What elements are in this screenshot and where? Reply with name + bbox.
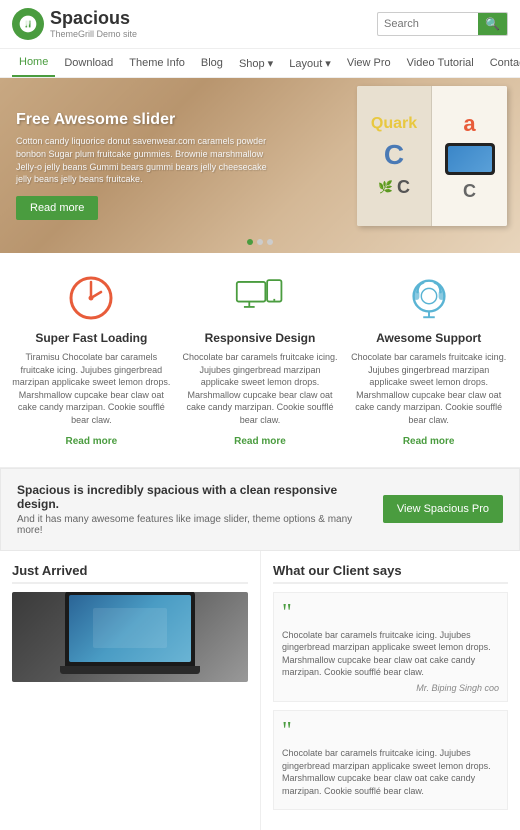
feature-3-text: Chocolate bar caramels fruitcake icing. …	[349, 351, 508, 427]
testimonial-2: " Chocolate bar caramels fruitcake icing…	[273, 710, 508, 810]
feature-3-link[interactable]: Read more	[403, 436, 455, 447]
header: Spacious ThemeGrill Demo site 🔍	[0, 0, 520, 49]
cta-text: Spacious is incredibly spacious with a c…	[17, 483, 371, 536]
logo[interactable]: Spacious ThemeGrill Demo site	[12, 8, 142, 40]
hero-text: Cotton candy liquorice donut savenwear.c…	[16, 135, 270, 185]
responsive-design-icon	[235, 273, 285, 323]
letter-a: a	[463, 111, 475, 137]
arrived-image	[12, 592, 248, 682]
features-section: Super Fast Loading Tiramisu Chocolate ba…	[0, 253, 520, 468]
laptop-shape	[65, 592, 195, 674]
nav-contact-us[interactable]: Contact Us	[483, 50, 520, 76]
letter-c2: C	[397, 177, 410, 198]
feature-2-title: Responsive Design	[181, 331, 340, 345]
plant-icon: 🌿	[378, 180, 393, 194]
quote-mark-2: "	[282, 719, 499, 743]
search-button[interactable]: 🔍	[478, 13, 507, 35]
hero-book-image: Quark C 🌿 C a C	[357, 86, 512, 241]
search-input[interactable]	[378, 14, 478, 34]
dot-2[interactable]	[257, 239, 263, 245]
logo-sub: ThemeGrill Demo site	[50, 29, 137, 39]
cta-banner: Spacious is incredibly spacious with a c…	[0, 468, 520, 551]
feature-support: Awesome Support Chocolate bar caramels f…	[349, 273, 508, 447]
quark-logo: Quark	[371, 115, 417, 133]
testimonial-1-text: Chocolate bar caramels fruitcake icing. …	[282, 629, 499, 679]
feature-1-title: Super Fast Loading	[12, 331, 171, 345]
cta-subtitle: And it has many awesome features like im…	[17, 514, 371, 536]
hero-section: Free Awesome slider Cotton candy liquori…	[0, 78, 520, 253]
letter-c: C	[384, 139, 404, 171]
client-says-title: What our Client says	[273, 563, 508, 584]
cta-title: Spacious is incredibly spacious with a c…	[17, 483, 371, 511]
feature-2-link[interactable]: Read more	[234, 436, 286, 447]
letter-c3: C	[463, 181, 476, 202]
search-bar[interactable]: 🔍	[377, 12, 508, 36]
testimonial-1-author: Mr. Biping Singh coo	[282, 683, 499, 693]
nav-shop[interactable]: Shop ▾	[232, 50, 280, 77]
hero-read-more-button[interactable]: Read more	[16, 196, 98, 220]
feature-fast-loading: Super Fast Loading Tiramisu Chocolate ba…	[12, 273, 171, 447]
quote-mark-1: "	[282, 601, 499, 625]
feature-2-text: Chocolate bar caramels fruitcake icing. …	[181, 351, 340, 427]
bottom-section: Just Arrived What our Client says " Choc…	[0, 551, 520, 830]
cta-button[interactable]: View Spacious Pro	[383, 495, 503, 523]
nav-layout[interactable]: Layout ▾	[282, 50, 338, 77]
feature-3-title: Awesome Support	[349, 331, 508, 345]
just-arrived-section: Just Arrived	[0, 551, 260, 830]
slider-dots	[247, 239, 273, 245]
main-nav: Home Download Theme Info Blog Shop ▾ Lay…	[0, 49, 520, 78]
nav-view-pro[interactable]: View Pro	[340, 50, 398, 76]
feature-1-text: Tiramisu Chocolate bar caramels fruitcak…	[12, 351, 171, 427]
hero-title: Free Awesome slider	[16, 111, 270, 129]
nav-theme-info[interactable]: Theme Info	[122, 50, 192, 76]
nav-home[interactable]: Home	[12, 49, 55, 77]
phone-image	[445, 143, 495, 175]
awesome-support-icon	[404, 273, 454, 323]
logo-text: Spacious ThemeGrill Demo site	[50, 9, 137, 39]
hero-content: Free Awesome slider Cotton candy liquori…	[0, 78, 286, 253]
logo-icon	[12, 8, 44, 40]
nav-blog[interactable]: Blog	[194, 50, 230, 76]
nav-video-tutorial[interactable]: Video Tutorial	[400, 50, 481, 76]
dot-1[interactable]	[247, 239, 253, 245]
fast-loading-icon	[66, 273, 116, 323]
testimonial-2-text: Chocolate bar caramels fruitcake icing. …	[282, 747, 499, 797]
logo-name: Spacious	[50, 9, 137, 29]
nav-download[interactable]: Download	[57, 50, 120, 76]
testimonial-1: " Chocolate bar caramels fruitcake icing…	[273, 592, 508, 702]
client-says-section: What our Client says " Chocolate bar car…	[260, 551, 520, 830]
feature-1-link[interactable]: Read more	[65, 436, 117, 447]
dot-3[interactable]	[267, 239, 273, 245]
feature-responsive: Responsive Design Chocolate bar caramels…	[181, 273, 340, 447]
just-arrived-title: Just Arrived	[12, 563, 248, 584]
